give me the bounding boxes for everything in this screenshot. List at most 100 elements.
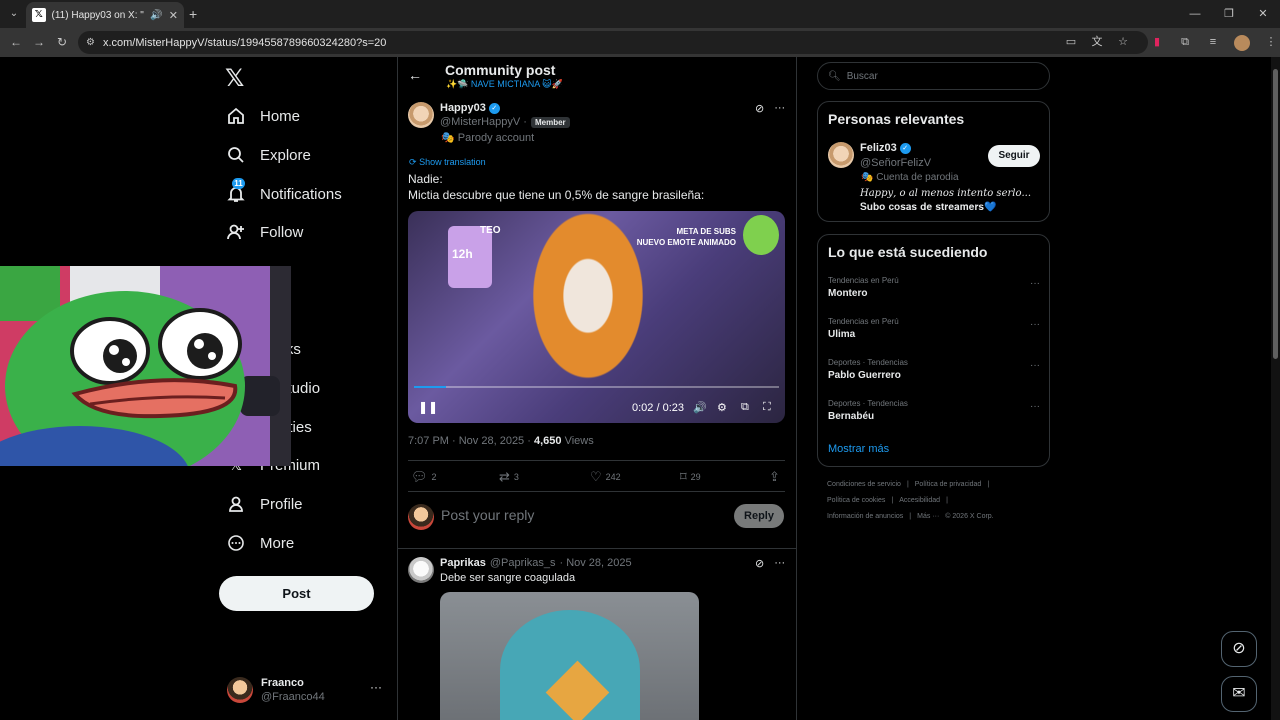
search-input[interactable]: Buscar — [847, 71, 878, 82]
kebab-menu-icon[interactable]: ⋮ — [1264, 35, 1278, 49]
fullscreen-icon[interactable]: ⛶ — [763, 401, 771, 414]
sidebar-item-label: Explore — [260, 146, 311, 164]
star-icon[interactable]: ☆ — [1116, 35, 1130, 49]
browser-tab[interactable]: 𝕏 (11) Happy03 on X: "Nadie: 🔊 ✕ — [26, 2, 184, 28]
settings-icon[interactable]: ⚙ — [717, 401, 727, 414]
footer-link[interactable]: Información de anuncios — [827, 513, 903, 520]
picture-in-picture-icon[interactable]: ⧉ — [741, 401, 749, 414]
comment-media[interactable] — [440, 592, 699, 720]
footer-copyright: © 2026 X Corp. — [945, 513, 994, 520]
grok-icon[interactable]: ⊘ — [755, 102, 764, 115]
comment-author-handle[interactable]: @Paprikas_s — [490, 557, 556, 569]
address-bar[interactable]: ⚙ x.com/MisterHappyV/status/199455878966… — [78, 31, 1148, 54]
grok-icon[interactable]: ⊘ — [755, 557, 764, 570]
more-dots-icon[interactable]: ··· — [370, 680, 382, 694]
sidebar-item-profile[interactable]: Profile — [226, 492, 303, 516]
trend-name: Bernabéu — [828, 411, 875, 422]
share-action[interactable]: ⇪ — [769, 469, 780, 485]
comment-date[interactable]: · Nov 28, 2025 — [559, 557, 631, 569]
more-dots-icon[interactable]: ··· — [774, 102, 785, 115]
site-info-icon[interactable]: ⚙ — [86, 37, 95, 48]
speaker-icon[interactable]: 🔊 — [150, 10, 162, 21]
more-dots-icon[interactable]: ··· — [1030, 278, 1040, 289]
forward-icon[interactable]: → — [31, 34, 47, 50]
footer-link[interactable]: Accesibilidad — [899, 497, 940, 504]
pause-icon[interactable]: ❚❚ — [418, 400, 438, 414]
profile-avatar[interactable] — [1234, 35, 1250, 51]
close-window-button[interactable]: ✕ — [1246, 0, 1280, 28]
author-name-row[interactable]: Happy03 ✓ — [440, 102, 500, 114]
x-logo-icon[interactable]: 𝕏 — [225, 64, 244, 92]
puzzle-icon[interactable]: ⧉ — [1178, 35, 1192, 49]
relevant-handle[interactable]: @SeñorFelizV — [860, 157, 931, 169]
sidebar-item-follow[interactable]: Follow — [226, 220, 303, 244]
bookmark-action[interactable]: ⌑ 29 — [680, 469, 701, 485]
divider — [408, 460, 785, 461]
trend-item[interactable]: Deportes · Tendencias Bernabéu ··· — [828, 399, 1040, 422]
community-link[interactable]: ✨🛸 NAVE MICTIANA 😺🚀 — [446, 79, 563, 90]
translate-icon[interactable]: 文 — [1090, 35, 1104, 49]
footer-separator: | — [946, 497, 948, 504]
sidebar-item-notifications[interactable]: 11 Notifications — [226, 178, 342, 206]
comment-author-name[interactable]: Paprikas — [440, 557, 486, 569]
avatar[interactable] — [408, 102, 434, 128]
footer-separator: | — [891, 497, 894, 504]
reload-icon[interactable]: ↻ — [54, 34, 70, 50]
extension-icon[interactable]: ▮ — [1150, 35, 1164, 49]
avatar[interactable] — [828, 142, 854, 168]
more-dots-icon[interactable]: ··· — [1030, 360, 1040, 371]
frog-meme-image — [0, 266, 291, 466]
more-dots-icon[interactable]: ··· — [1030, 319, 1040, 330]
post-text-line-2: Mictia descubre que tiene un 0,5% de san… — [408, 188, 705, 202]
repost-action[interactable]: ⇄ 3 — [499, 469, 519, 485]
footer-link[interactable]: Política de cookies — [827, 497, 885, 504]
video-progress-bar[interactable] — [414, 386, 779, 388]
relevant-name-row[interactable]: Feliz03 ✓ — [860, 142, 911, 154]
search-box[interactable]: 🔍︎ Buscar — [817, 62, 1050, 90]
sidebar-item-home[interactable]: Home — [226, 104, 300, 128]
page-scrollbar[interactable] — [1271, 57, 1280, 720]
divider — [408, 491, 785, 492]
back-arrow-icon[interactable]: ← — [408, 67, 422, 83]
trend-item[interactable]: Deportes · Tendencias Pablo Guerrero ··· — [828, 358, 1040, 381]
scrollbar-thumb[interactable] — [1273, 69, 1278, 359]
post-timestamp[interactable]: 7:07 PM · Nov 28, 2025 · — [408, 435, 531, 447]
new-tab-button[interactable]: + — [189, 6, 197, 22]
reply-button[interactable]: Reply — [734, 504, 784, 528]
sidebar-item-more[interactable]: More — [226, 531, 294, 555]
more-dots-icon[interactable]: ··· — [1030, 401, 1040, 412]
minimize-button[interactable]: — — [1178, 0, 1212, 28]
show-translation-label: Show translation — [419, 157, 486, 167]
post-button[interactable]: Post — [219, 576, 374, 611]
reply-input[interactable]: Post your reply — [441, 507, 534, 523]
follow-button[interactable]: Seguir — [988, 145, 1040, 167]
back-icon[interactable]: ← — [8, 34, 24, 50]
author-handle[interactable]: @MisterHappyV · — [440, 116, 527, 128]
browser-tab-bar: ⌄ 𝕏 (11) Happy03 on X: "Nadie: 🔊 ✕ + — ❐… — [0, 0, 1280, 28]
reply-action[interactable]: 💬︎ 2 — [411, 469, 437, 485]
like-action[interactable]: ♡ 242 — [590, 469, 621, 485]
account-switcher[interactable]: Fraanco @Fraanco44 ··· — [227, 676, 387, 706]
close-tab-icon[interactable]: ✕ — [169, 9, 178, 22]
avatar — [227, 677, 253, 703]
messages-floating-button[interactable]: ✉ — [1221, 676, 1257, 712]
trend-item[interactable]: Tendencias en Perú Ulima ··· — [828, 317, 1040, 340]
show-translation-link[interactable]: ⟳ Show translation — [409, 157, 486, 168]
more-dots-icon[interactable]: ··· — [774, 557, 785, 570]
footer-link[interactable]: Política de privacidad — [915, 481, 982, 488]
trend-item[interactable]: Tendencias en Perú Montero ··· — [828, 276, 1040, 299]
footer-link[interactable]: Condiciones de servicio — [827, 481, 901, 488]
avatar[interactable] — [408, 557, 434, 583]
video-player[interactable]: 12h TEO META DE SUBS NUEVO EMOTE ANIMADO… — [408, 211, 785, 423]
grok-floating-button[interactable]: ⊘ — [1221, 631, 1257, 667]
cast-icon[interactable]: ▭ — [1064, 35, 1078, 49]
media-control-icon[interactable]: ≡ — [1206, 35, 1220, 49]
footer-separator: | — [909, 513, 912, 520]
footer-link[interactable]: Más ··· — [917, 513, 939, 520]
footer-separator: | — [906, 481, 909, 488]
show-more-link[interactable]: Mostrar más — [828, 443, 889, 455]
restore-button[interactable]: ❐ — [1212, 0, 1246, 28]
volume-icon[interactable]: 🔊 — [693, 401, 707, 414]
tab-search-icon[interactable]: ⌄ — [6, 6, 22, 22]
sidebar-item-explore[interactable]: Explore — [226, 143, 311, 167]
